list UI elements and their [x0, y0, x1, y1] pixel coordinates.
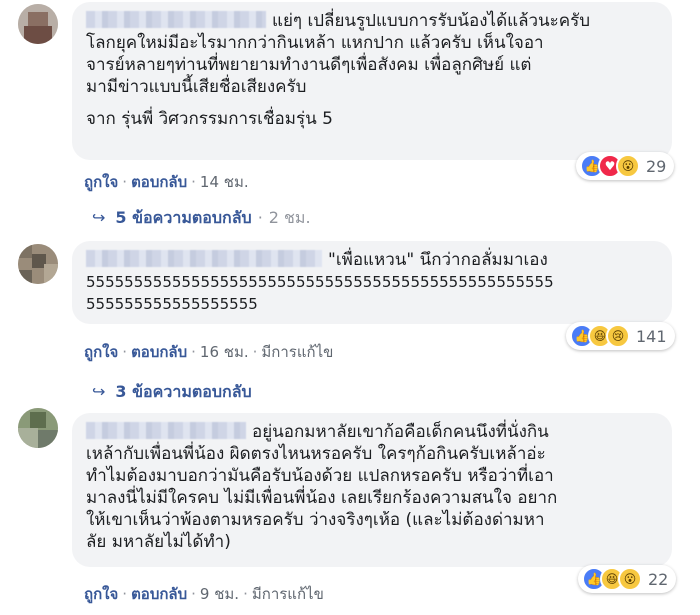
- comment-text-line: ทำไมต้องมาบอกว่ามันคือรับน้องด้วย แปลกหร…: [86, 466, 554, 486]
- edited-label[interactable]: มีการแก้ไข: [261, 343, 333, 361]
- reply-arrow-icon: ↪: [92, 382, 106, 401]
- comment-text-line: "เพื่อแหวน" นึกว่ากอลั่มมาเอง: [328, 250, 548, 270]
- like-link[interactable]: ถูกใจ: [84, 585, 118, 603]
- comment-signature: จาก รุ่นพี่ วิศวกรรมการเชื่อมรุ่น 5: [86, 109, 333, 129]
- wow-icon: 😮: [616, 154, 640, 178]
- replies-count-label: 3 ข้อความตอบกลับ: [115, 382, 252, 401]
- replies-count-label: 5 ข้อความตอบกลับ: [115, 208, 252, 227]
- comment-text-line: มาลงนี่ไม่มีใครคบ ไม่มีเพื่อนพี่น้อง เลย…: [86, 488, 558, 508]
- reply-link[interactable]: ตอบกลับ: [131, 173, 187, 191]
- comment-text-line: ให้เขาเห็นว่าพ้องตามหรอครับ ว่างจริงๆเห้…: [86, 510, 545, 530]
- edited-label[interactable]: มีการแก้ไข: [252, 585, 324, 603]
- comment-text-line: อยู่นอกมหาลัยเขาก้อคือเด็กคนนึงที่นั่งกิ…: [252, 422, 549, 442]
- comment-time[interactable]: 14 ชม.: [200, 173, 249, 191]
- reaction-count: 22: [648, 569, 669, 589]
- reply-link[interactable]: ตอบกลับ: [131, 585, 187, 603]
- reaction-summary[interactable]: 👍 😆 😢 141: [566, 322, 675, 350]
- replies-time: 2 ชม.: [268, 208, 311, 227]
- comment-footer: ถูกใจ · ตอบกลับ · 16 ชม. · มีการแก้ไข: [84, 343, 334, 361]
- reply-arrow-icon: ↪: [92, 208, 106, 227]
- comment-text-line: จารย์หลายๆท่านที่พยายามทำงานดีๆเพื่อสังค…: [86, 55, 532, 75]
- comment-bubble: แย่ๆ เปลี่ยนรูปแบบการรับน้องได้แล้วนะครั…: [72, 2, 672, 160]
- view-replies-link[interactable]: ↪ 5 ข้อความตอบกลับ · 2 ชม.: [92, 206, 311, 231]
- reaction-count: 141: [636, 326, 667, 346]
- wow-icon: 😮: [618, 567, 642, 591]
- like-link[interactable]: ถูกใจ: [84, 173, 118, 191]
- comment-text-line: 5555555555555555555555555555555555555555…: [86, 273, 554, 291]
- sad-icon: 😢: [606, 324, 630, 348]
- comment-text-line: โลกยุคใหม่มีอะไรมากกว่ากินเหล้า แหกปาก แ…: [86, 33, 544, 53]
- view-replies-link[interactable]: ↪ 3 ข้อความตอบกลับ: [92, 380, 252, 405]
- comment-time[interactable]: 16 ชม.: [200, 343, 249, 361]
- comment-footer: ถูกใจ · ตอบกลับ · 14 ชม.: [84, 173, 249, 191]
- like-link[interactable]: ถูกใจ: [84, 343, 118, 361]
- comment-text-line: เหล้ากับเพื่อนพี่น้อง ผิดตรงไหนหรอครับ ใ…: [86, 444, 546, 464]
- avatar[interactable]: [18, 408, 58, 448]
- author-name[interactable]: [86, 11, 266, 28]
- comment-bubble: อยู่นอกมหาลัยเขาก้อคือเด็กคนนึงที่นั่งกิ…: [72, 413, 672, 567]
- comment-text-line: แย่ๆ เปลี่ยนรูปแบบการรับน้องได้แล้วนะครั…: [272, 11, 591, 31]
- comment-text-line: 555555555555555555: [86, 295, 258, 313]
- author-name[interactable]: [86, 422, 246, 439]
- comment-bubble: "เพื่อแหวน" นึกว่ากอลั่มมาเอง 5555555555…: [72, 241, 672, 324]
- avatar[interactable]: [18, 4, 58, 44]
- comment-time[interactable]: 9 ชม.: [200, 585, 239, 603]
- comment-text-line: ลัย มหาลัยไม่ได้ทำ): [86, 532, 231, 552]
- avatar[interactable]: [18, 244, 58, 284]
- comment-text-line: มามีข่าวแบบนี้เสียชื่อเสียงครับ: [86, 77, 307, 97]
- reaction-count: 29: [646, 156, 667, 176]
- reaction-summary[interactable]: 👍 😆 😮 22: [578, 565, 677, 593]
- reaction-summary[interactable]: 👍 ♥ 😮 29: [576, 152, 675, 180]
- author-name[interactable]: [86, 250, 322, 267]
- comment-footer: ถูกใจ · ตอบกลับ · 9 ชม. · มีการแก้ไข: [84, 585, 324, 603]
- reply-link[interactable]: ตอบกลับ: [131, 343, 187, 361]
